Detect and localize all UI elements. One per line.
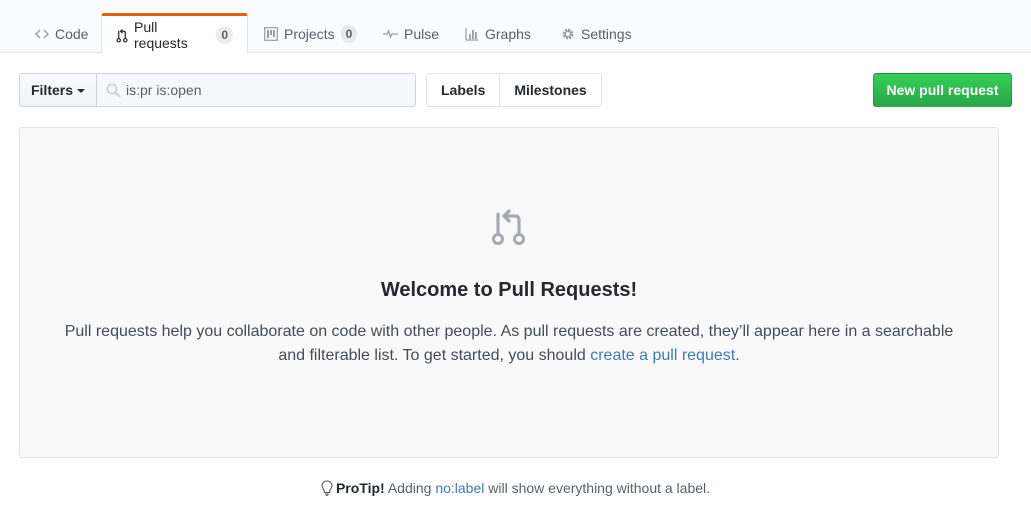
tab-settings[interactable]: Settings [547,13,646,54]
pull-requests-count: 0 [216,26,233,44]
tab-graphs[interactable]: Graphs [451,13,545,54]
new-pull-request-button[interactable]: New pull request [873,73,1012,107]
search-field[interactable] [96,73,416,107]
tab-label: Code [55,25,89,42]
milestones-button[interactable]: Milestones [500,73,602,107]
protip-label: ProTip! [335,480,385,496]
search-input[interactable] [126,74,411,106]
tab-label: Projects [284,25,335,42]
blankslate-title: Welcome to Pull Requests! [380,279,638,301]
gear-icon [561,27,575,41]
graph-icon [465,27,479,41]
protip-before: Adding [384,480,436,496]
tab-pulse[interactable]: Pulse [369,13,453,54]
search-icon [106,83,121,101]
blankslate-text: Pull requests help you collaborate on co… [60,320,958,368]
caret-down-icon [77,89,85,93]
light-bulb-icon [321,480,333,499]
subnav: Filters Labels Milestones New pull reque… [19,73,1012,107]
tab-projects[interactable]: Projects 0 [250,13,371,54]
create-pull-request-link[interactable]: create a pull request [590,347,735,364]
filters-label: Filters [30,82,73,98]
blankslate-text-before: Pull requests help you collaborate on co… [64,323,954,364]
project-icon [264,26,278,41]
code-icon [35,27,49,41]
repo-nav: Code Pull requests 0 Projects 0 Pulse Gr… [0,0,1031,54]
tab-code[interactable]: Code [21,13,102,54]
filters-button[interactable]: Filters [19,73,97,107]
labels-button[interactable]: Labels [426,73,501,107]
protip: ProTip! Adding no:label will show everyt… [0,480,1031,499]
blankslate-text-after: . [735,347,740,364]
pulse-icon [383,27,398,41]
git-pull-request-icon [492,208,526,249]
tab-label: Pull requests [134,19,188,51]
tab-label: Pulse [404,25,440,42]
tab-pull-requests[interactable]: Pull requests 0 [101,13,248,54]
no-label-link[interactable]: no:label [435,480,484,496]
blankslate: Welcome to Pull Requests! Pull requests … [19,127,999,458]
projects-count: 0 [340,24,358,43]
tab-label: Settings [581,25,632,42]
protip-after: will show everything without a label. [484,480,711,496]
labels-milestones-group: Labels Milestones [426,73,602,107]
git-pull-request-icon [116,28,128,43]
tab-label: Graphs [485,25,531,42]
